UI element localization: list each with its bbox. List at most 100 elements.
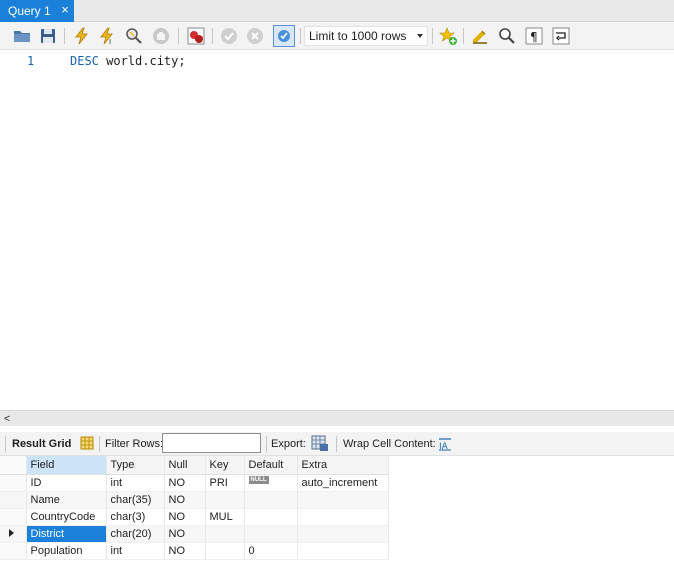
row-header[interactable] <box>0 474 27 492</box>
cell-key[interactable]: PRI <box>205 474 245 492</box>
svg-text:I: I <box>109 38 111 46</box>
sql-editor[interactable]: 1 DESC world.city; <box>0 50 674 410</box>
table-row[interactable]: Population int NO 0 <box>0 542 389 560</box>
execute-current-icon[interactable]: I <box>97 26 117 46</box>
row-header[interactable] <box>0 491 27 509</box>
rollback-icon[interactable] <box>245 26 265 46</box>
cell-field[interactable]: CountryCode <box>26 508 107 526</box>
cell-key[interactable] <box>205 491 245 509</box>
sql-keyword: DESC <box>70 54 99 68</box>
commit-icon[interactable] <box>219 26 239 46</box>
cell-field[interactable]: District <box>26 525 107 543</box>
cell-extra[interactable] <box>297 542 389 560</box>
invisible-chars-icon[interactable]: ¶ <box>524 26 544 46</box>
query-toolbar: I Limit to 1000 rows ¶ <box>0 22 674 50</box>
grid-header-row: Field Type Null Key Default Extra <box>0 456 389 475</box>
row-header[interactable] <box>0 508 27 526</box>
sql-statement-rest: world.city; <box>98 54 186 68</box>
row-header[interactable] <box>0 542 27 560</box>
beautify-icon[interactable] <box>470 26 490 46</box>
svg-text:¶: ¶ <box>530 30 538 44</box>
line-number: 1 <box>27 54 35 68</box>
execute-icon[interactable] <box>72 26 92 46</box>
export-label: Export: <box>271 438 306 450</box>
cell-default[interactable] <box>244 508 298 526</box>
tab-query-1[interactable]: Query 1 × <box>0 0 74 22</box>
toggle-errors-icon[interactable] <box>186 26 206 46</box>
toolbar-separator <box>99 436 100 452</box>
filter-rows-input[interactable] <box>162 433 261 453</box>
result-toolbar: Result Grid Filter Rows: Export: Wrap Ce… <box>0 432 674 456</box>
table-row[interactable]: District char(20) NO <box>0 525 389 543</box>
cell-field[interactable]: Population <box>26 542 107 560</box>
save-icon[interactable] <box>38 26 58 46</box>
cell-null[interactable]: NO <box>164 542 206 560</box>
autocommit-icon[interactable] <box>273 25 295 47</box>
cell-key[interactable]: MUL <box>205 508 245 526</box>
toolbar-separator <box>300 28 301 44</box>
cell-extra[interactable]: auto_increment <box>297 474 389 492</box>
cell-default[interactable] <box>244 525 298 543</box>
cell-type[interactable]: char(20) <box>106 525 165 543</box>
limit-rows-select[interactable]: Limit to 1000 rows <box>304 26 428 46</box>
row-header[interactable] <box>0 525 27 543</box>
cell-key[interactable] <box>205 542 245 560</box>
tab-title: Query 1 <box>8 4 51 18</box>
cell-extra[interactable] <box>297 508 389 526</box>
column-header-null[interactable]: Null <box>164 456 206 475</box>
null-badge: NULL <box>248 475 269 484</box>
sql-statement[interactable]: DESC world.city; <box>70 54 186 68</box>
grid-view-icon[interactable] <box>80 436 94 450</box>
cell-null[interactable]: NO <box>164 525 206 543</box>
table-row[interactable]: ID int NO PRI NULL auto_increment <box>0 474 389 492</box>
column-header-key[interactable]: Key <box>205 456 245 475</box>
cell-null[interactable]: NO <box>164 491 206 509</box>
toolbar-separator <box>212 28 213 44</box>
cell-extra[interactable] <box>297 525 389 543</box>
cell-default[interactable] <box>244 491 298 509</box>
result-grid-tab[interactable]: Result Grid <box>12 438 71 450</box>
cell-field[interactable]: ID <box>26 474 107 492</box>
cell-type[interactable]: char(35) <box>106 491 165 509</box>
wrap-cell-icon[interactable]: IA <box>438 437 452 451</box>
favorite-add-icon[interactable] <box>438 26 458 46</box>
column-header-field[interactable]: Field <box>26 456 107 475</box>
cell-field[interactable]: Name <box>26 491 107 509</box>
toolbar-separator <box>5 436 6 452</box>
close-tab-icon[interactable]: × <box>58 3 72 17</box>
scroll-left-icon[interactable]: < <box>4 413 10 425</box>
cell-type[interactable]: char(3) <box>106 508 165 526</box>
open-folder-icon[interactable] <box>12 26 32 46</box>
toolbar-separator <box>336 436 337 452</box>
column-header-extra[interactable]: Extra <box>297 456 389 475</box>
table-row[interactable]: CountryCode char(3) NO MUL <box>0 508 389 526</box>
cell-type[interactable]: int <box>106 542 165 560</box>
row-header-corner <box>0 456 27 475</box>
cell-type[interactable]: int <box>106 474 165 492</box>
explain-icon[interactable] <box>124 26 144 46</box>
stop-icon[interactable] <box>151 26 171 46</box>
wrap-cell-content-label: Wrap Cell Content: <box>343 438 436 450</box>
cell-extra[interactable] <box>297 491 389 509</box>
toolbar-separator <box>266 436 267 452</box>
table-row[interactable]: Name char(35) NO <box>0 491 389 509</box>
filter-rows-label: Filter Rows: <box>105 438 164 450</box>
cell-null[interactable]: NO <box>164 474 206 492</box>
cell-key[interactable] <box>205 525 245 543</box>
export-icon[interactable] <box>311 435 329 452</box>
toolbar-separator <box>178 28 179 44</box>
cell-default[interactable]: 0 <box>244 542 298 560</box>
editor-horizontal-scrollbar[interactable]: < <box>0 410 674 426</box>
result-grid: Field Type Null Key Default Extra ID int… <box>0 456 389 560</box>
tab-strip: Query 1 × <box>0 0 674 22</box>
cell-null[interactable]: NO <box>164 508 206 526</box>
find-icon[interactable] <box>497 26 517 46</box>
column-header-type[interactable]: Type <box>106 456 165 475</box>
cell-default[interactable]: NULL <box>244 474 298 492</box>
toolbar-separator <box>463 28 464 44</box>
chevron-down-icon <box>417 34 423 38</box>
current-row-pointer-icon <box>9 528 14 537</box>
toolbar-separator <box>432 28 433 44</box>
column-header-default[interactable]: Default <box>244 456 298 475</box>
wrap-icon[interactable] <box>551 26 571 46</box>
